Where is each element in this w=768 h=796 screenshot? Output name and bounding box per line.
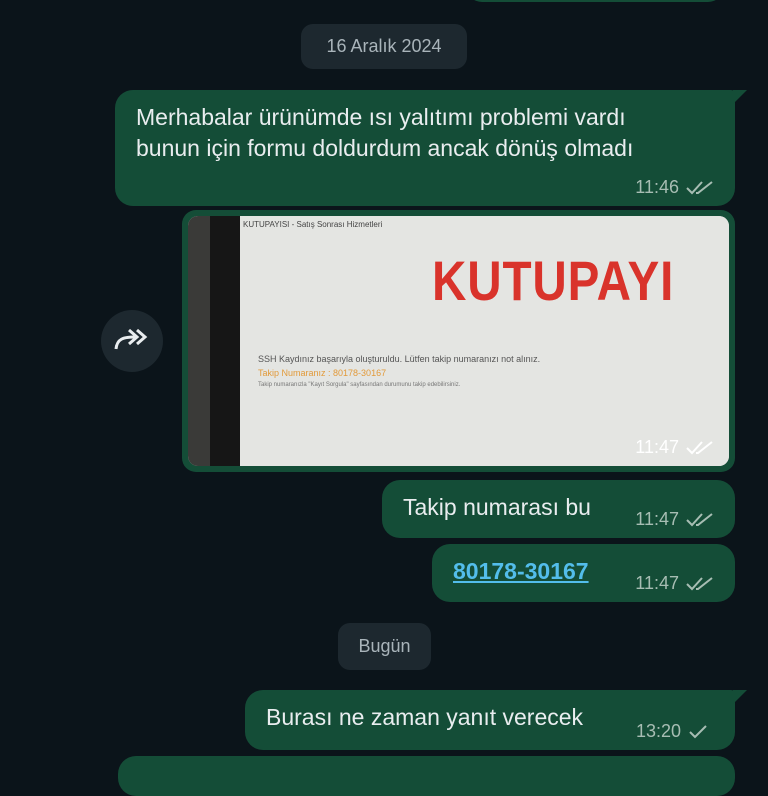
monitor-bezel xyxy=(210,216,240,466)
message-meta: 11:47 xyxy=(635,509,715,530)
message-time: 11:47 xyxy=(635,437,679,457)
message-meta: 13:20 xyxy=(636,721,709,742)
message-meta: 11:47 xyxy=(635,573,715,594)
double-check-icon xyxy=(686,180,713,194)
attached-image[interactable]: KUTUPAYISI - Satış Sonrası Hizmetleri KU… xyxy=(188,216,729,466)
kutupayi-logo: KUTUPAYI xyxy=(432,249,675,312)
message-bubble[interactable]: 80178-30167 11:47 xyxy=(432,544,735,602)
message-text: Burası ne zaman yanıt verecek xyxy=(266,704,584,730)
message-meta: 11:47 xyxy=(635,437,715,458)
message-time: 11:47 xyxy=(635,573,679,593)
bubble-tail xyxy=(733,690,747,704)
message-text: Takip numarası bu xyxy=(403,494,591,520)
message-bubble-partial[interactable] xyxy=(466,0,724,2)
image-message-bubble[interactable]: KUTUPAYISI - Satış Sonrası Hizmetleri KU… xyxy=(182,210,735,472)
message-bubble[interactable]: Merhabalar ürünümde ısı yalıtımı problem… xyxy=(115,90,735,206)
message-text-line: bunun için formu doldurdum ancak dönüş o… xyxy=(136,135,634,161)
date-chip-label: 16 Aralık 2024 xyxy=(326,36,442,56)
message-meta: 11:46 xyxy=(635,177,715,198)
screen-content: KUTUPAYISI - Satış Sonrası Hizmetleri KU… xyxy=(240,216,729,466)
message-time: 11:46 xyxy=(635,177,679,197)
message-bubble[interactable]: Burası ne zaman yanıt verecek 13:20 xyxy=(245,690,735,750)
single-check-icon xyxy=(689,724,707,738)
screen-header: KUTUPAYISI - Satış Sonrası Hizmetleri xyxy=(243,220,383,229)
double-check-icon xyxy=(686,576,713,590)
date-chip-label: Bugün xyxy=(358,636,411,656)
message-text-line: Merhabalar ürünümde ısı yalıtımı problem… xyxy=(136,104,626,130)
screen-line-2: Takip Numaranız : 80178-30167 xyxy=(258,368,387,378)
tracking-number-link[interactable]: 80178-30167 xyxy=(453,556,589,587)
message-bubble-partial[interactable] xyxy=(118,756,735,796)
double-check-icon xyxy=(686,440,713,454)
bubble-tail xyxy=(733,90,747,104)
forward-icon xyxy=(114,328,148,350)
message-bubble[interactable]: Takip numarası bu 11:47 xyxy=(382,480,735,538)
message-time: 11:47 xyxy=(635,509,679,529)
message-time: 13:20 xyxy=(635,721,681,741)
date-chip: 16 Aralık 2024 xyxy=(301,24,467,69)
screen-line-1: SSH Kaydınız başarıyla oluşturuldu. Lütf… xyxy=(258,354,541,364)
screen-line-3: Takip numaranızla "Kayıt Sorgula" sayfas… xyxy=(258,382,461,388)
forward-button[interactable] xyxy=(101,310,163,372)
double-check-icon xyxy=(686,512,713,526)
date-chip: Bugün xyxy=(338,623,431,670)
